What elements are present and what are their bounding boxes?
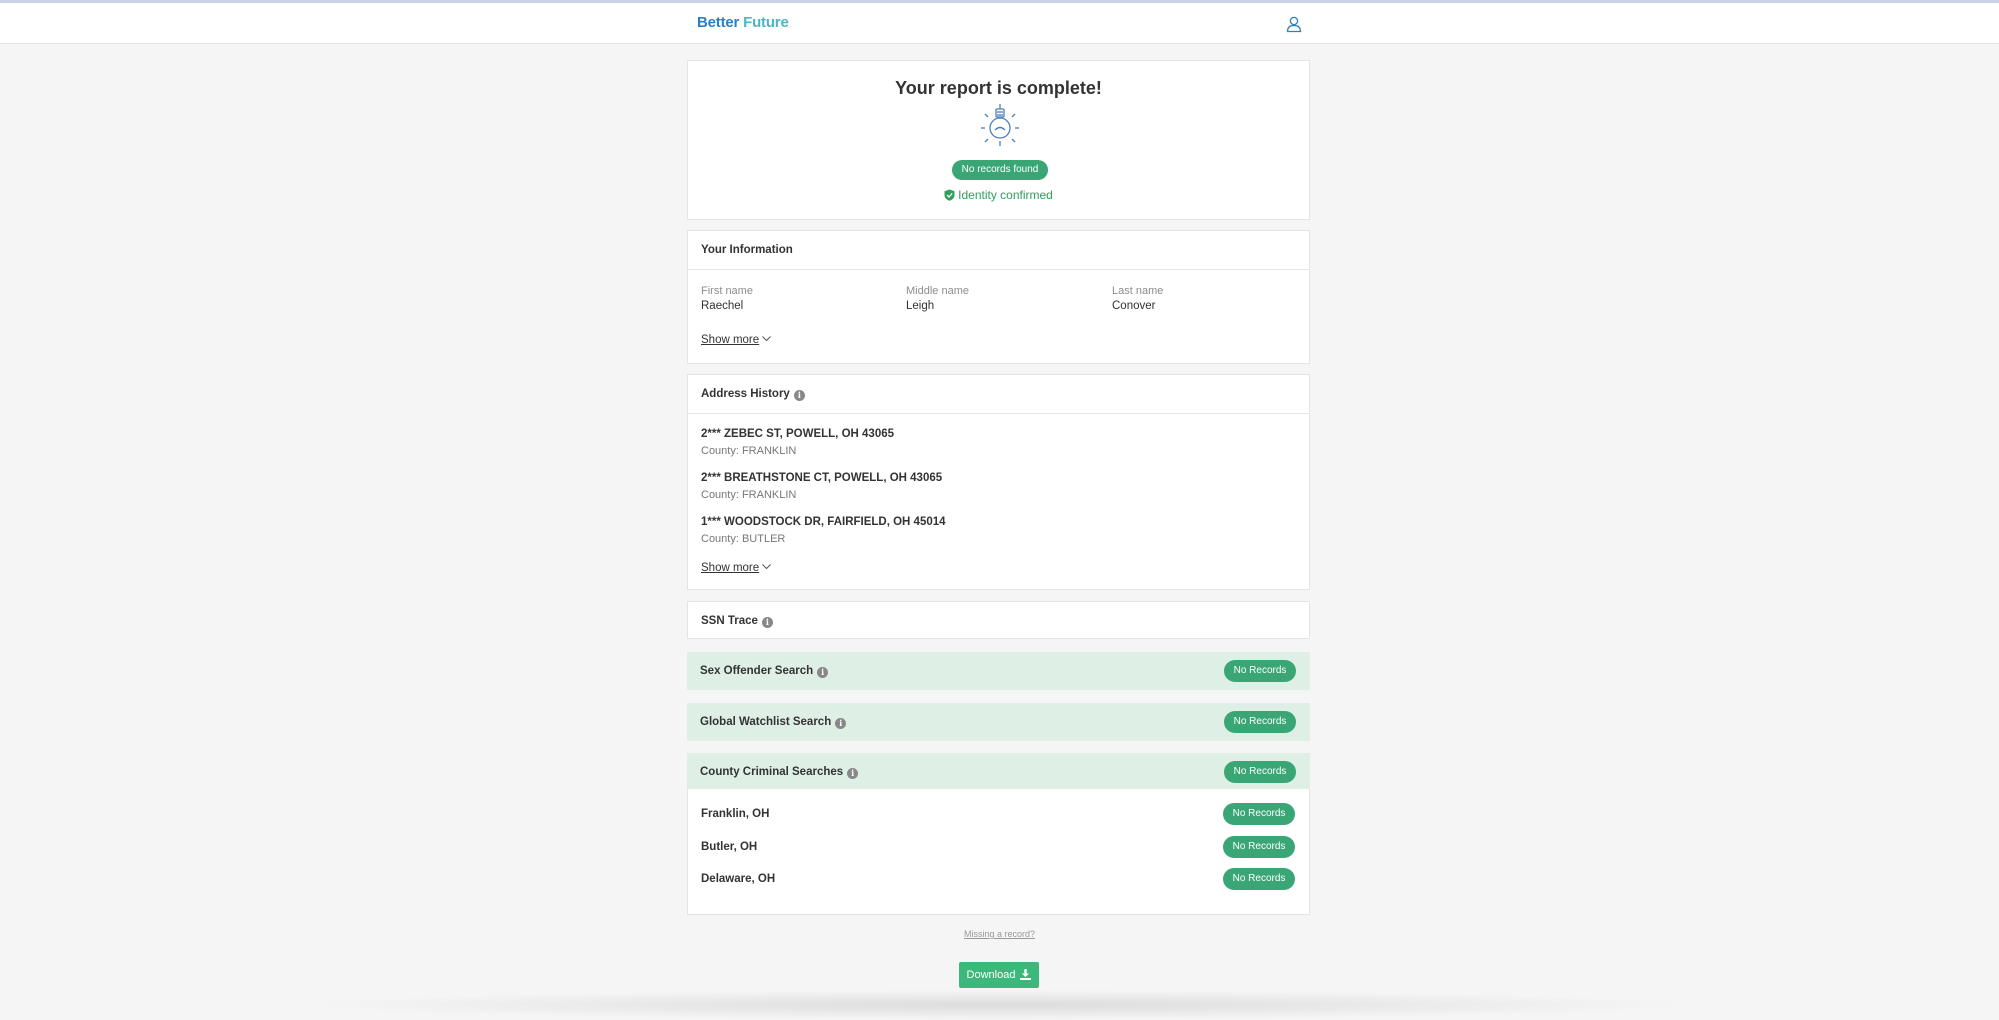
shield-check-icon — [944, 189, 955, 201]
download-button[interactable]: Download — [959, 962, 1039, 988]
ssn-trace-heading: SSN Trace i — [688, 602, 1309, 640]
info-show-more-link[interactable]: Show more — [701, 333, 772, 346]
address-show-more-link[interactable]: Show more — [701, 561, 772, 574]
status-badge: No Records — [1224, 761, 1296, 783]
address-county: County: FRANKLIN — [701, 445, 797, 457]
ssn-trace-title: SSN Trace — [701, 615, 758, 627]
county-results-card: Franklin, OH No Records Butler, OH No Re… — [687, 789, 1310, 915]
identity-text: Identity confirmed — [958, 188, 1053, 202]
bottom-shadow — [300, 990, 1700, 1020]
search-name: Global Watchlist Search — [700, 716, 832, 728]
address-county: County: BUTLER — [701, 533, 786, 545]
info-icon[interactable]: i — [847, 768, 859, 779]
county-name: Franklin, OH — [701, 808, 770, 820]
missing-record-link[interactable]: Missing a record? — [0, 929, 1999, 939]
download-label: Download — [966, 969, 1016, 981]
county-result-row: Delaware, OH No Records — [701, 868, 1309, 890]
middle-name-field: Middle name Leigh — [906, 285, 969, 312]
search-name: Sex Offender Search — [700, 665, 814, 677]
status-badge: No Records — [1223, 836, 1295, 858]
brand-word-1: Better — [697, 14, 740, 31]
address-history-card: Address History i 2*** ZEBEC ST, POWELL, … — [687, 374, 1310, 590]
address-street: 1*** WOODSTOCK DR, FAIRFIELD, OH 45014 — [701, 516, 946, 528]
first-name-field: First name Raechel — [701, 285, 753, 312]
download-icon — [1020, 969, 1032, 980]
report-summary-card: Your report is complete! No records foun… — [687, 60, 1310, 220]
your-information-card: Your Information First name Raechel Midd… — [687, 230, 1310, 364]
show-more-label: Show more — [701, 562, 760, 574]
status-badge: No Records — [1223, 803, 1295, 825]
sex-offender-search-row[interactable]: Sex Offender Search i No Records — [687, 652, 1310, 690]
field-value: Leigh — [906, 300, 935, 312]
county-name: Delaware, OH — [701, 873, 776, 885]
brand-word-2: Future — [743, 14, 789, 31]
info-icon[interactable]: i — [835, 718, 847, 729]
address-county: County: FRANKLIN — [701, 489, 797, 501]
address-item: 2*** ZEBEC ST, POWELL, OH 43065 County: … — [701, 428, 894, 457]
county-criminal-searches-row[interactable]: County Criminal Searches i No Records — [687, 753, 1310, 791]
address-history-heading: Address History i — [688, 375, 1309, 414]
chevron-down-icon — [762, 333, 772, 345]
address-item: 1*** WOODSTOCK DR, FAIRFIELD, OH 45014 C… — [701, 516, 946, 545]
no-records-found-badge: No records found — [952, 160, 1048, 180]
chevron-down-icon — [762, 561, 772, 573]
search-name: County Criminal Searches — [700, 766, 844, 778]
navbar: Better Future — [0, 3, 1999, 44]
info-icon[interactable]: i — [817, 667, 829, 678]
status-badge: No Records — [1224, 711, 1296, 733]
field-label: Middle name — [906, 285, 969, 297]
ssn-trace-card[interactable]: SSN Trace i — [687, 601, 1310, 639]
user-icon[interactable] — [1285, 15, 1303, 33]
identity-status: Identity confirmed — [688, 188, 1309, 202]
last-name-field: Last name Conover — [1112, 285, 1163, 312]
your-information-heading: Your Information — [688, 231, 1309, 270]
show-more-label: Show more — [701, 334, 760, 346]
global-watchlist-search-row[interactable]: Global Watchlist Search i No Records — [687, 703, 1310, 741]
county-result-row: Franklin, OH No Records — [701, 803, 1309, 825]
field-value: Raechel — [701, 300, 744, 312]
page-title: Your report is complete! — [895, 78, 1102, 98]
field-label: First name — [701, 285, 753, 297]
address-street: 2*** BREATHSTONE CT, POWELL, OH 43065 — [701, 472, 943, 484]
county-name: Butler, OH — [701, 841, 758, 853]
lightbulb-icon — [980, 103, 1020, 147]
status-badge: No Records — [1224, 660, 1296, 682]
brand-logo[interactable]: Better Future — [697, 14, 789, 31]
info-icon[interactable]: i — [761, 617, 773, 628]
status-badge: No Records — [1223, 868, 1295, 890]
address-street: 2*** ZEBEC ST, POWELL, OH 43065 — [701, 428, 895, 440]
info-icon[interactable]: i — [793, 390, 805, 401]
address-item: 2*** BREATHSTONE CT, POWELL, OH 43065 Co… — [701, 472, 942, 501]
address-history-title: Address History — [701, 388, 790, 400]
county-result-row: Butler, OH No Records — [701, 836, 1309, 858]
field-value: Conover — [1112, 300, 1156, 312]
field-label: Last name — [1112, 285, 1164, 297]
